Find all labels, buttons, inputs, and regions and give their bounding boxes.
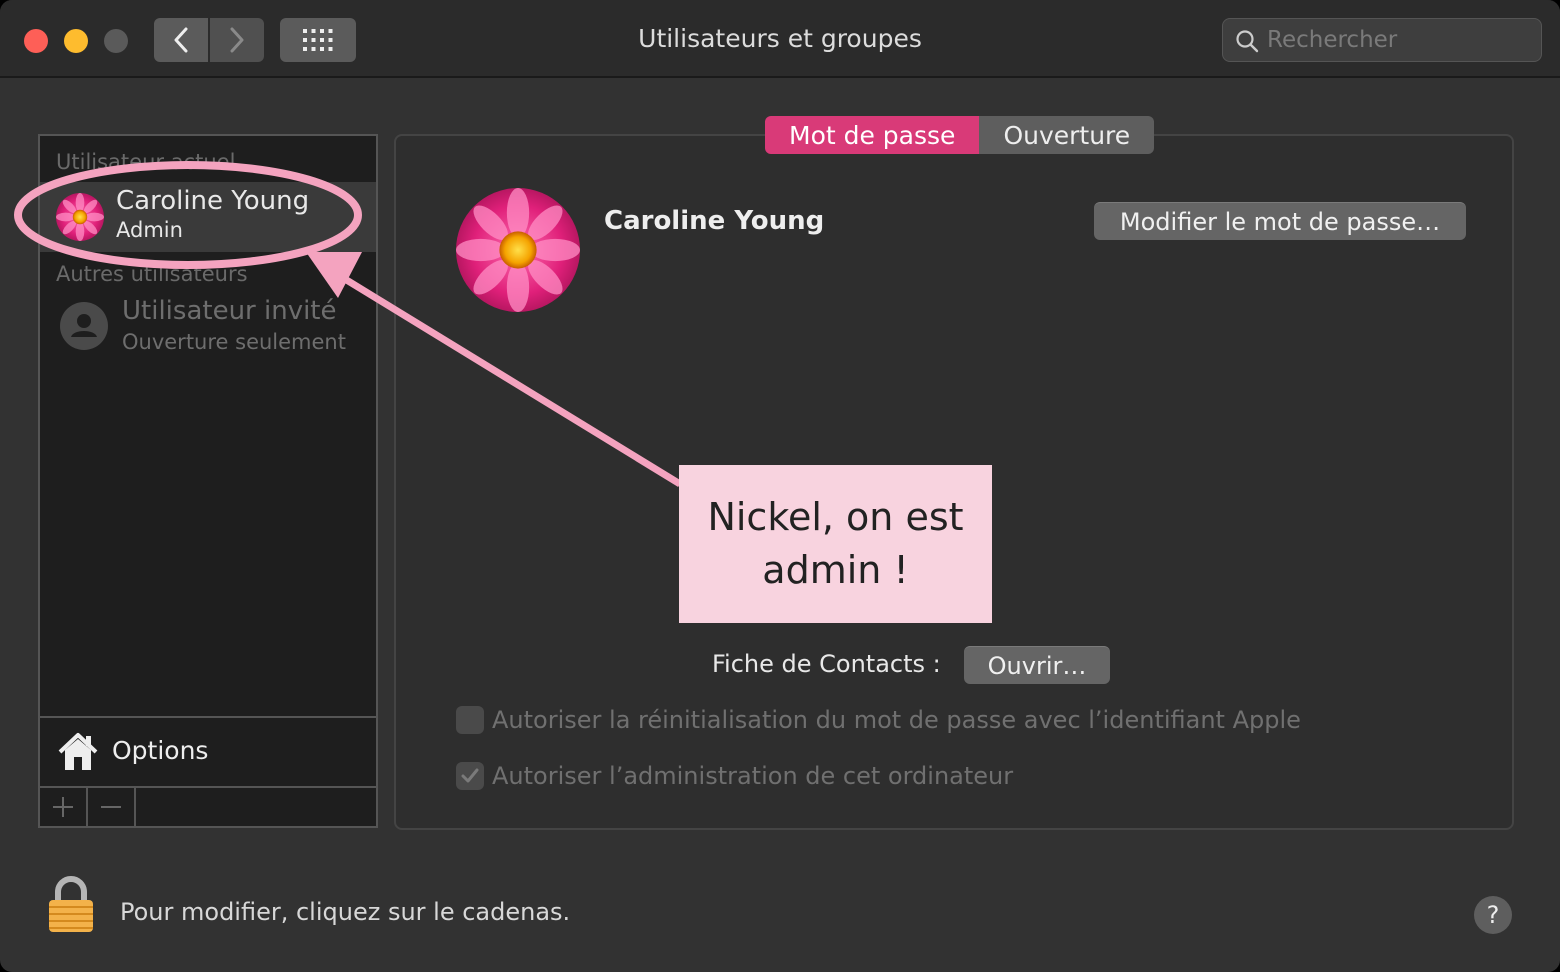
annotation-text-line-1: Nickel, on est (707, 494, 964, 539)
add-user-button[interactable] (40, 788, 88, 826)
house-icon (58, 733, 98, 770)
search-icon (1236, 30, 1259, 53)
search-input[interactable] (1267, 25, 1527, 55)
users-sidebar: Utilisateur actuel Caroline Young Admin … (38, 134, 378, 828)
sidebar-bottom-bar (40, 788, 376, 826)
minus-icon (101, 806, 121, 808)
annotation-callout: Nickel, on est admin ! (679, 465, 992, 623)
user-full-name: Caroline Young (604, 206, 825, 236)
options-label: Options (112, 736, 209, 765)
remove-user-button[interactable] (88, 788, 136, 826)
other-users-section-label: Autres utilisateurs (56, 262, 248, 286)
contacts-card-label: Fiche de Contacts : (712, 650, 941, 678)
tab-password[interactable]: Mot de passe (765, 116, 980, 154)
allow-apple-id-reset-label: Autoriser la réinitialisation du mot de … (492, 706, 1301, 734)
current-user-name: Caroline Young (116, 186, 310, 216)
current-users-section-label: Utilisateur actuel (56, 150, 236, 174)
user-picture[interactable] (456, 188, 580, 312)
sidebar-item-current-user[interactable]: Caroline Young Admin (40, 182, 376, 252)
login-options-item[interactable]: Options (40, 716, 376, 788)
current-user-role: Admin (116, 218, 183, 242)
guest-avatar-icon (60, 302, 108, 350)
tab-login-items[interactable]: Ouverture (979, 116, 1155, 154)
sidebar-item-guest-user[interactable]: Utilisateur invité Ouverture seulement (40, 292, 376, 356)
annotation-text-line-2: admin ! (762, 548, 909, 592)
search-box[interactable] (1222, 18, 1542, 62)
open-contact-button[interactable]: Ouvrir… (964, 646, 1110, 684)
change-password-button[interactable]: Modifier le mot de passe… (1094, 202, 1466, 240)
allow-admin-checkbox[interactable] (456, 762, 484, 790)
lock-instructions: Pour modifier, cliquez sur le cadenas. (120, 898, 571, 926)
title-bar: Utilisateurs et groupes (0, 0, 1560, 78)
lock-icon[interactable] (46, 876, 96, 934)
allow-apple-id-reset-checkbox[interactable] (456, 706, 484, 734)
system-preferences-window: Utilisateurs et groupes Utilisateur actu… (0, 0, 1560, 972)
checkmark-icon (461, 768, 479, 783)
tab-bar: Mot de passe Ouverture (765, 116, 1155, 154)
plus-icon (53, 797, 73, 817)
help-button[interactable]: ? (1474, 896, 1512, 934)
allow-admin-label: Autoriser l’administration de cet ordina… (492, 762, 1014, 790)
user-avatar (56, 193, 104, 241)
guest-user-name: Utilisateur invité (122, 296, 337, 326)
guest-user-subtitle: Ouverture seulement (122, 330, 346, 354)
